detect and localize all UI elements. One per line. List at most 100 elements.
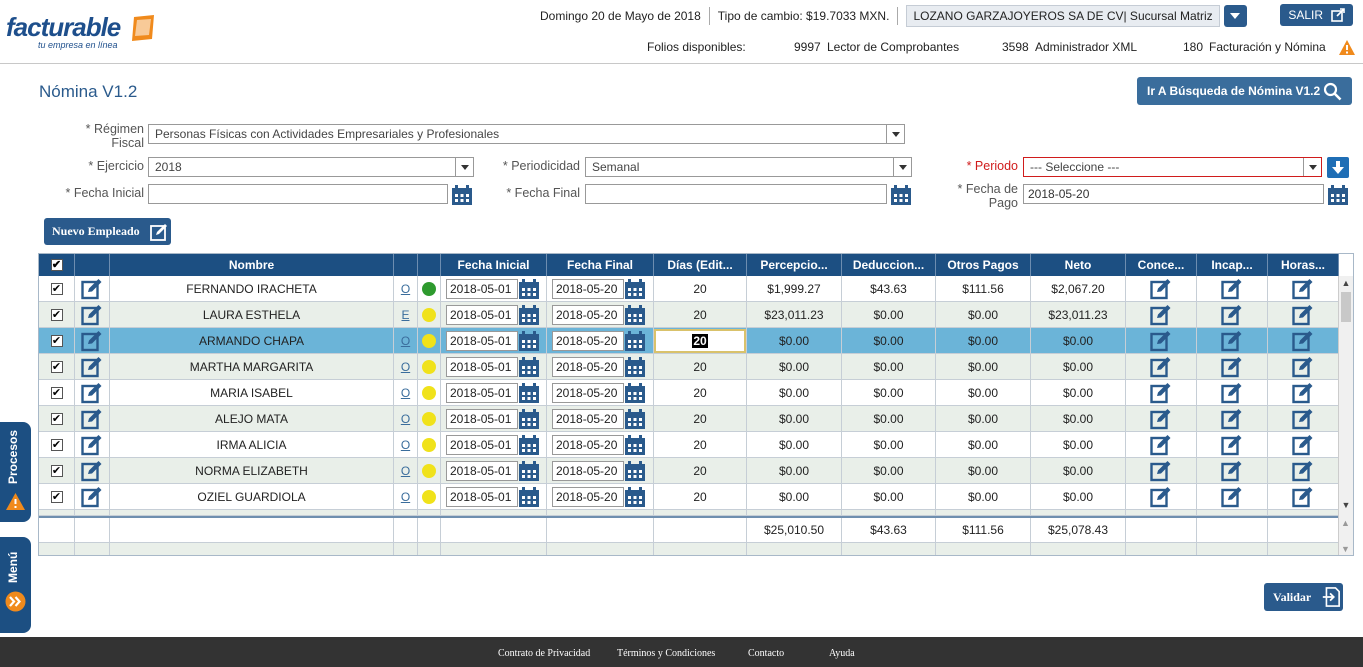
dias-cell[interactable]: 20 <box>654 458 747 484</box>
edit-icon[interactable] <box>1221 408 1243 430</box>
row-select-cell[interactable]: ✔ <box>39 432 75 458</box>
row-select-cell[interactable]: ✔ <box>39 484 75 510</box>
fecha-final-field[interactable]: 2018-05-20 <box>552 305 624 325</box>
edit-icon[interactable] <box>1292 460 1314 482</box>
code-cell[interactable]: E <box>394 302 418 328</box>
fecha-final-cell[interactable]: 2018-05-20 <box>547 406 654 432</box>
edit-icon[interactable] <box>1221 382 1243 404</box>
edit-icon[interactable] <box>1221 278 1243 300</box>
new-employee-button[interactable]: Nuevo Empleado <box>44 218 171 245</box>
scroll-up-arrow[interactable]: ▲ <box>1339 278 1353 292</box>
code-cell[interactable]: O <box>394 484 418 510</box>
row-checkbox[interactable]: ✔ <box>50 283 63 295</box>
fecha-inicial-cell[interactable]: 2018-05-01 <box>441 432 547 458</box>
horas-cell[interactable] <box>1268 328 1339 354</box>
calendar-icon[interactable] <box>519 409 539 429</box>
calendar-icon[interactable] <box>891 185 911 205</box>
fecha-final-input[interactable] <box>585 184 887 204</box>
dias-cell[interactable]: 20 <box>654 406 747 432</box>
incapacidades-cell[interactable] <box>1197 276 1268 302</box>
table-row[interactable]: ✔ LAURA ESTHELA E 2018-05-01 2018-05-20 20 $23… <box>39 302 1339 328</box>
edit-icon[interactable] <box>1150 486 1172 508</box>
company-selector[interactable]: LOZANO GARZAJOYEROS SA DE CV| Sucursal M… <box>906 5 1220 27</box>
edit-icon[interactable] <box>81 434 103 456</box>
calendar-icon[interactable] <box>452 185 472 205</box>
fecha-final-field[interactable]: 2018-05-20 <box>552 461 624 481</box>
row-checkbox[interactable]: ✔ <box>50 439 63 451</box>
edit-icon[interactable] <box>81 278 103 300</box>
edit-icon[interactable] <box>81 382 103 404</box>
fecha-inicial-cell[interactable]: 2018-05-01 <box>441 484 547 510</box>
edit-icon[interactable] <box>1292 486 1314 508</box>
fecha-final-cell[interactable]: 2018-05-20 <box>547 276 654 302</box>
header-percepciones[interactable]: Percepcio... <box>747 254 842 276</box>
fecha-inicial-field[interactable]: 2018-05-01 <box>446 409 518 429</box>
row-checkbox[interactable]: ✔ <box>50 465 63 477</box>
fecha-final-cell[interactable]: 2018-05-20 <box>547 302 654 328</box>
fecha-inicial-cell[interactable]: 2018-05-01 <box>441 328 547 354</box>
calendar-icon[interactable] <box>519 305 539 325</box>
fecha-final-cell[interactable]: 2018-05-20 <box>547 458 654 484</box>
header-conceptos[interactable]: Conce... <box>1126 254 1197 276</box>
edit-icon[interactable] <box>1292 356 1314 378</box>
code-cell[interactable]: O <box>394 354 418 380</box>
horas-cell[interactable] <box>1268 354 1339 380</box>
dias-cell[interactable]: 20 <box>654 484 747 510</box>
fecha-final-field[interactable]: 2018-05-20 <box>552 331 624 351</box>
header-dias[interactable]: Días (Edit... <box>654 254 747 276</box>
fecha-final-field[interactable]: 2018-05-20 <box>552 487 624 507</box>
edit-icon[interactable] <box>1292 408 1314 430</box>
horas-cell[interactable] <box>1268 406 1339 432</box>
calendar-icon[interactable] <box>625 409 645 429</box>
employee-code-link[interactable]: O <box>401 386 410 400</box>
row-edit-cell[interactable] <box>75 302 110 328</box>
footer-link-terminos[interactable]: Términos y Condiciones <box>617 648 715 659</box>
fecha-final-field[interactable]: 2018-05-20 <box>552 383 624 403</box>
search-nomina-button[interactable]: Ir A Búsqueda de Nómina V1.2 <box>1137 77 1352 105</box>
row-edit-cell[interactable] <box>75 276 110 302</box>
fecha-final-field[interactable]: 2018-05-20 <box>552 279 624 299</box>
horas-cell[interactable] <box>1268 458 1339 484</box>
edit-icon[interactable] <box>1150 356 1172 378</box>
edit-icon[interactable] <box>1292 434 1314 456</box>
header-nombre[interactable]: Nombre <box>110 254 394 276</box>
fecha-inicial-input[interactable] <box>148 184 448 204</box>
facturable-logo[interactable]: facturable tu empresa en línea <box>6 12 154 50</box>
edit-icon[interactable] <box>81 408 103 430</box>
fecha-inicial-cell[interactable]: 2018-05-01 <box>441 302 547 328</box>
code-cell[interactable]: O <box>394 276 418 302</box>
incapacidades-cell[interactable] <box>1197 406 1268 432</box>
dias-cell[interactable]: 20 <box>654 432 747 458</box>
edit-icon[interactable] <box>1150 408 1172 430</box>
salir-button[interactable]: SALIR <box>1280 4 1353 26</box>
edit-icon[interactable] <box>1150 434 1172 456</box>
employee-code-link[interactable]: O <box>401 490 410 504</box>
fecha-pago-input[interactable]: 2018-05-20 <box>1023 184 1324 204</box>
row-select-cell[interactable]: ✔ <box>39 328 75 354</box>
calendar-icon[interactable] <box>1328 185 1348 205</box>
header-neto[interactable]: Neto <box>1031 254 1126 276</box>
fecha-final-cell[interactable]: 2018-05-20 <box>547 354 654 380</box>
row-edit-cell[interactable] <box>75 432 110 458</box>
conceptos-cell[interactable] <box>1126 432 1197 458</box>
fecha-final-cell[interactable]: 2018-05-20 <box>547 328 654 354</box>
edit-icon[interactable] <box>1150 382 1172 404</box>
fecha-final-field[interactable]: 2018-05-20 <box>552 435 624 455</box>
table-row[interactable]: ✔ ALEJO MATA O 2018-05-01 2018-05-20 20 $0.00 $… <box>39 406 1339 432</box>
dias-edit-input[interactable]: 20 <box>654 329 746 353</box>
employee-code-link[interactable]: E <box>401 308 409 322</box>
scroll-thumb[interactable] <box>1341 292 1351 322</box>
ejercicio-select[interactable]: 2018 <box>148 157 474 177</box>
footer-link-privacidad[interactable]: Contrato de Privacidad <box>498 648 590 659</box>
calendar-icon[interactable] <box>519 357 539 377</box>
fecha-inicial-field[interactable]: 2018-05-01 <box>446 331 518 351</box>
edit-icon[interactable] <box>1221 486 1243 508</box>
conceptos-cell[interactable] <box>1126 484 1197 510</box>
fecha-inicial-cell[interactable]: 2018-05-01 <box>441 406 547 432</box>
row-edit-cell[interactable] <box>75 328 110 354</box>
calendar-icon[interactable] <box>625 461 645 481</box>
employee-code-link[interactable]: O <box>401 282 410 296</box>
conceptos-cell[interactable] <box>1126 328 1197 354</box>
row-edit-cell[interactable] <box>75 354 110 380</box>
dias-cell[interactable]: 20 <box>654 302 747 328</box>
